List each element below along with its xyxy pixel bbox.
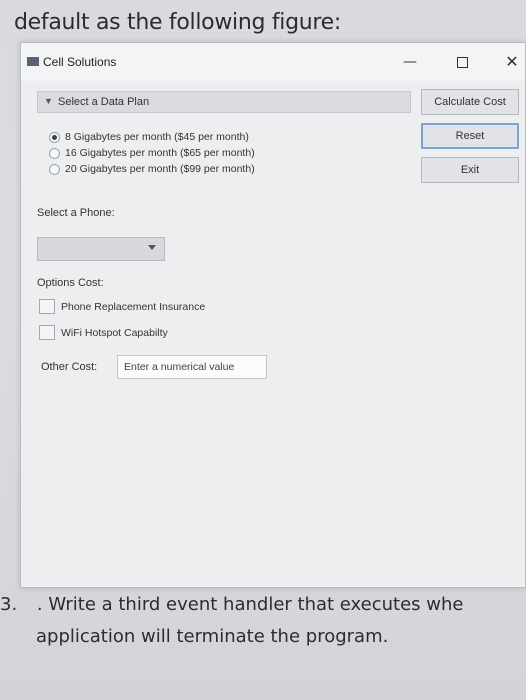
instruction-step: 3. . Write a third event handler that ex… [0,594,463,615]
minimize-button[interactable]: — [397,51,423,73]
close-button[interactable]: ✕ [499,51,525,73]
data-plan-header[interactable]: ▼ Select a Data Plan [37,91,411,113]
phone-dropdown[interactable] [37,237,165,261]
radio-label: 8 Gigabytes per month ($45 per month) [65,131,249,143]
radio-button[interactable] [49,132,60,143]
radio-label: 16 Gigabytes per month ($65 per month) [65,147,255,159]
window-title: Cell Solutions [43,55,117,69]
radio-button[interactable] [49,164,60,175]
checkbox-label: Phone Replacement Insurance [61,301,206,313]
chevron-down-icon [148,245,156,250]
app-icon [27,57,39,66]
data-plan-title: Select a Data Plan [58,96,150,108]
step-text: . Write a third event handler that execu… [36,594,464,615]
exit-button[interactable]: Exit [421,157,519,183]
page-heading: default as the following figure: [14,10,342,35]
chevron-down-icon: ▼ [44,96,53,106]
checkbox[interactable] [39,325,55,340]
step-number: 3. [0,594,18,615]
select-phone-label: Select a Phone: [37,207,115,219]
radio-button[interactable] [49,148,60,159]
calculate-cost-button[interactable]: Calculate Cost [421,89,519,115]
maximize-button[interactable] [449,51,475,73]
cell-solutions-window: Cell Solutions — ✕ ▼ Select a Data Plan … [20,42,526,588]
reset-button[interactable]: Reset [421,123,519,149]
checkbox-label: WiFi Hotspot Capabilty [61,327,168,339]
other-cost-input[interactable]: Enter a numerical value [117,355,267,379]
radio-label: 20 Gigabytes per month ($99 per month) [65,163,255,175]
options-cost-label: Options Cost: [37,277,104,289]
instruction-step-continued: application will terminate the program. [36,626,389,647]
title-bar: Cell Solutions — ✕ [21,43,525,81]
maximize-icon [456,57,468,68]
checkbox[interactable] [39,299,55,314]
other-cost-label: Other Cost: [41,361,98,373]
